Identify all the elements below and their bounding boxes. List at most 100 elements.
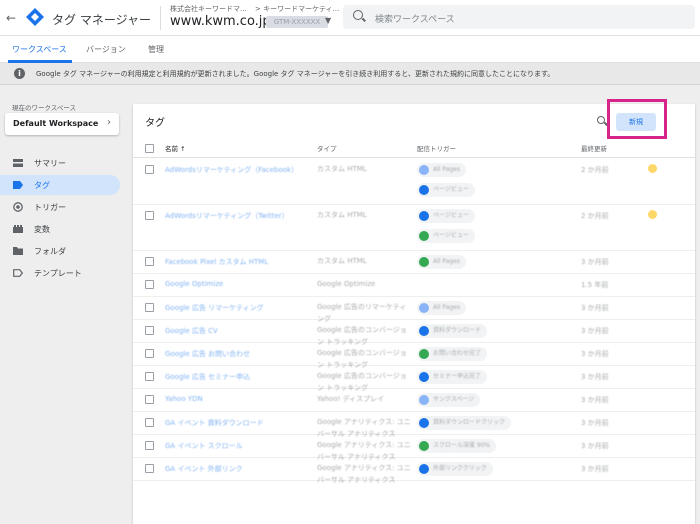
row-checkbox[interactable] [145, 211, 154, 220]
trigger-chip[interactable]: セミナー申込完了 [417, 370, 488, 384]
column-updated[interactable]: 最終更新 [581, 143, 607, 153]
container-path[interactable]: > キーワードマーケティ... [255, 4, 339, 14]
tag-name-link[interactable]: Google 広告 リマーケティング [165, 303, 305, 313]
row-checkbox[interactable] [145, 464, 154, 473]
trigger-chip[interactable]: 資料ダウンロードクリック [417, 416, 512, 430]
tag-name-link[interactable]: Facebook Pixel カスタム HTML [165, 257, 305, 267]
tag-type: カスタム HTML [317, 211, 367, 219]
workspace-search[interactable]: 検索ワークスペース [343, 5, 695, 29]
column-trigger[interactable]: 配信トリガー [417, 143, 456, 153]
trigger-chip[interactable]: 資料ダウンロード [417, 324, 488, 338]
trigger-chip[interactable]: All Pages [417, 255, 466, 269]
tab-versions[interactable]: バージョン [86, 44, 126, 55]
table-row[interactable]: GA イベント 外部リンク Google アナリティクス: ユニバーサル アナリテ… [133, 458, 695, 484]
trigger-chip[interactable]: All Pages [417, 163, 466, 177]
sidebar-label-triggers: トリガー [34, 203, 66, 212]
trigger-type-icon [419, 231, 429, 241]
sidebar-item-folders[interactable]: フォルダ [0, 241, 120, 261]
table-row[interactable]: AdWordsリマーケティング（Twitter） カスタム HTML ページビューペ… [133, 205, 695, 251]
app-title: タグ マネージャー [52, 13, 151, 27]
search-icon[interactable] [597, 116, 605, 124]
trigger-type-icon [419, 372, 429, 382]
row-checkbox[interactable] [145, 326, 154, 335]
tag-name-link[interactable]: Google 広告 セミナー申込 [165, 372, 305, 382]
card-title: タグ [145, 118, 165, 129]
trigger-chip-label: ページビュー [433, 232, 469, 239]
trigger-chip-label: 資料ダウンロードクリック [433, 419, 506, 426]
trigger-chip-label: All Pages [433, 166, 460, 173]
row-checkbox[interactable] [145, 349, 154, 358]
tab-admin[interactable]: 管理 [148, 44, 164, 55]
warning-icon[interactable] [648, 164, 657, 173]
trigger-chip-label: セミナー申込完了 [433, 373, 482, 380]
table-row[interactable]: GA イベント スクロール Google アナリティクス: ユニバーサル アナリテ… [133, 435, 695, 461]
trigger-type-icon [419, 395, 429, 405]
trigger-type-icon [419, 185, 429, 195]
account-name[interactable]: 株式会社キーワードマ... [170, 4, 247, 14]
row-checkbox[interactable] [145, 395, 154, 404]
row-checkbox[interactable] [145, 418, 154, 427]
trigger-chip[interactable]: ページビュー [417, 229, 475, 243]
select-all-checkbox[interactable] [145, 144, 154, 153]
row-checkbox[interactable] [145, 303, 154, 312]
trigger-chip[interactable]: ページビュー [417, 209, 475, 223]
table-row[interactable]: Google 広告 お問い合わせ Google 広告のコンバージョン トラッキング… [133, 343, 695, 369]
header-divider [160, 6, 161, 30]
table-row[interactable]: Google 広告 CV Google 広告のコンバージョン トラッキング 資料ダウ… [133, 320, 695, 346]
workspace-selector[interactable]: Default Workspace › [5, 113, 119, 135]
row-checkbox[interactable] [145, 280, 154, 289]
table-row[interactable]: GA イベント 資料ダウンロード Google アナリティクス: ユニバーサル ア… [133, 412, 695, 438]
table-row[interactable]: AdWordsリマーケティング（Facebook） カスタム HTML All Pa… [133, 159, 695, 205]
row-checkbox[interactable] [145, 165, 154, 174]
tag-name-link[interactable]: GA イベント 資料ダウンロード [165, 418, 305, 428]
tag-name-link[interactable]: AdWordsリマーケティング（Facebook） [165, 165, 305, 175]
tag-type: カスタム HTML [317, 257, 367, 265]
tab-workspace[interactable]: ワークスペース [12, 44, 67, 55]
trigger-type-icon [419, 326, 429, 336]
trigger-chip-label: All Pages [433, 258, 460, 265]
column-name[interactable]: 名前 ↑ [165, 143, 186, 153]
container-domain[interactable]: www.kwm.co.jp [170, 14, 271, 29]
table-row[interactable]: Facebook Pixel カスタム HTML カスタム HTML All Pag… [133, 251, 695, 274]
last-updated: 3 か月前 [581, 465, 609, 473]
trigger-chip[interactable]: ページビュー [417, 183, 475, 197]
tag-type: Google アナリティクス: ユニバーサル アナリティクス [317, 464, 411, 484]
row-checkbox[interactable] [145, 257, 154, 266]
sidebar-item-summary[interactable]: サマリー [0, 153, 120, 173]
tag-name-link[interactable]: Google Optimize [165, 280, 305, 288]
tag-name-link[interactable]: GA イベント スクロール [165, 441, 305, 451]
last-updated: 3 か月前 [581, 304, 609, 312]
trigger-chip[interactable]: スクロール深度 90% [417, 439, 497, 453]
table-row[interactable]: Google Optimize Google Optimize 1.5 年前 [133, 274, 695, 297]
tag-type: カスタム HTML [317, 165, 367, 173]
table-row[interactable]: Yahoo YDN Yahoo! ディスプレイ サンクスページ 3 か月前 [133, 389, 695, 412]
table-row[interactable]: Google 広告 リマーケティング Google 広告のリマーケティング All … [133, 297, 695, 323]
tag-name-link[interactable]: Google 広告 お問い合わせ [165, 349, 305, 359]
tag-name-link[interactable]: GA イベント 外部リンク [165, 464, 305, 474]
sidebar-item-triggers[interactable]: トリガー [0, 197, 120, 217]
column-type[interactable]: タイプ [317, 143, 337, 153]
info-icon: i [14, 68, 25, 79]
trigger-chip[interactable]: All Pages [417, 301, 466, 315]
warning-icon[interactable] [648, 210, 657, 219]
row-checkbox[interactable] [145, 441, 154, 450]
gtm-logo-icon [26, 8, 44, 26]
row-checkbox[interactable] [145, 372, 154, 381]
trigger-type-icon [419, 165, 429, 175]
tag-name-link[interactable]: Yahoo YDN [165, 395, 305, 403]
search-placeholder[interactable]: 検索ワークスペース [375, 12, 455, 25]
trigger-chip[interactable]: 外部リンククリック [417, 462, 493, 476]
trigger-chip[interactable]: お問い合わせ完了 [417, 347, 488, 361]
sidebar-item-templates[interactable]: テンプレート [0, 263, 120, 283]
back-arrow-icon[interactable]: ← [6, 11, 16, 25]
sidebar-item-tags[interactable]: タグ [0, 175, 120, 195]
trigger-chip[interactable]: サンクスページ [417, 393, 481, 407]
sidebar-label-templates: テンプレート [34, 269, 82, 278]
table-row[interactable]: Google 広告 セミナー申込 Google 広告のコンバージョン トラッキング… [133, 366, 695, 392]
trigger-type-icon [419, 349, 429, 359]
sidebar-item-variables[interactable]: 変数 [0, 219, 120, 239]
tag-name-link[interactable]: Google 広告 CV [165, 326, 305, 336]
container-dropdown-icon[interactable]: ▼ [325, 16, 331, 25]
workspace-label: 現在のワークスペース [12, 104, 77, 112]
tag-name-link[interactable]: AdWordsリマーケティング（Twitter） [165, 211, 305, 221]
